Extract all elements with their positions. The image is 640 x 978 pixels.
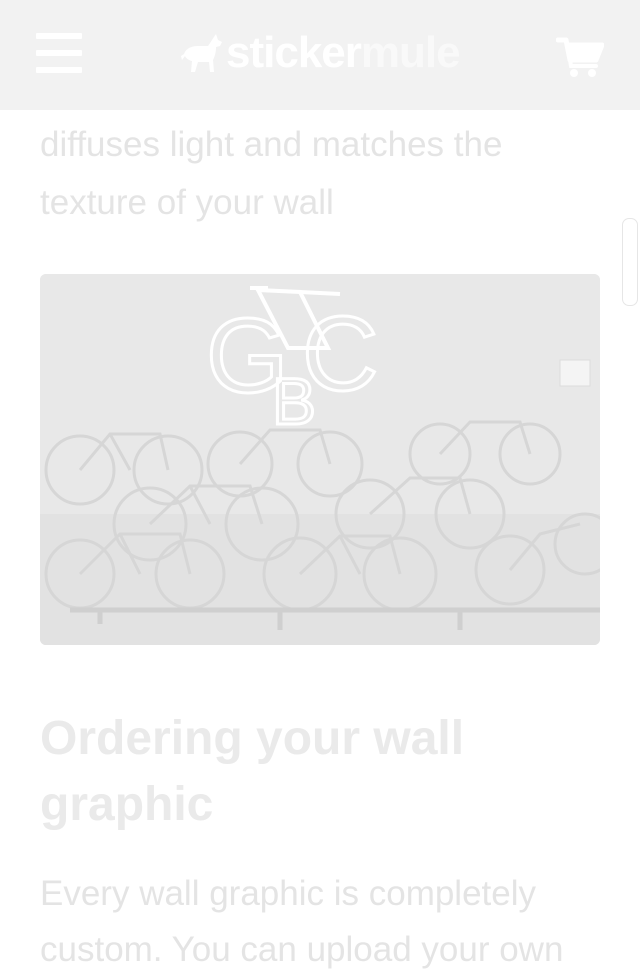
wall-graphic-photo: G B C [40,274,600,645]
intro-line-1: diffuses light and matches the [40,125,503,164]
intro-line-2: texture of your wall [40,183,334,222]
hamburger-menu-icon[interactable] [36,33,82,73]
body-line-1: Every wall graphic is completely [40,874,537,913]
shopping-cart-icon[interactable] [555,36,605,78]
site-header: stickermule [0,0,640,110]
heading-line-2: graphic [40,778,214,831]
sign-letter-c: C [302,295,379,413]
heading-line-1: Ordering your wall [40,712,465,765]
intro-paragraph: diffuses light and matches the texture o… [40,116,600,232]
mule-logo-icon [181,34,222,72]
logo-text-sticker: sticker [226,28,362,77]
body-paragraph: Every wall graphic is completely custom.… [40,866,610,978]
body-line-2: custom. You can upload your own [40,930,564,969]
stickermule-logo[interactable]: stickermule [180,28,465,78]
scrollbar-thumb[interactable] [622,218,638,306]
logo-text-mule: mule [360,28,461,77]
section-heading: Ordering your wall graphic [40,706,600,838]
